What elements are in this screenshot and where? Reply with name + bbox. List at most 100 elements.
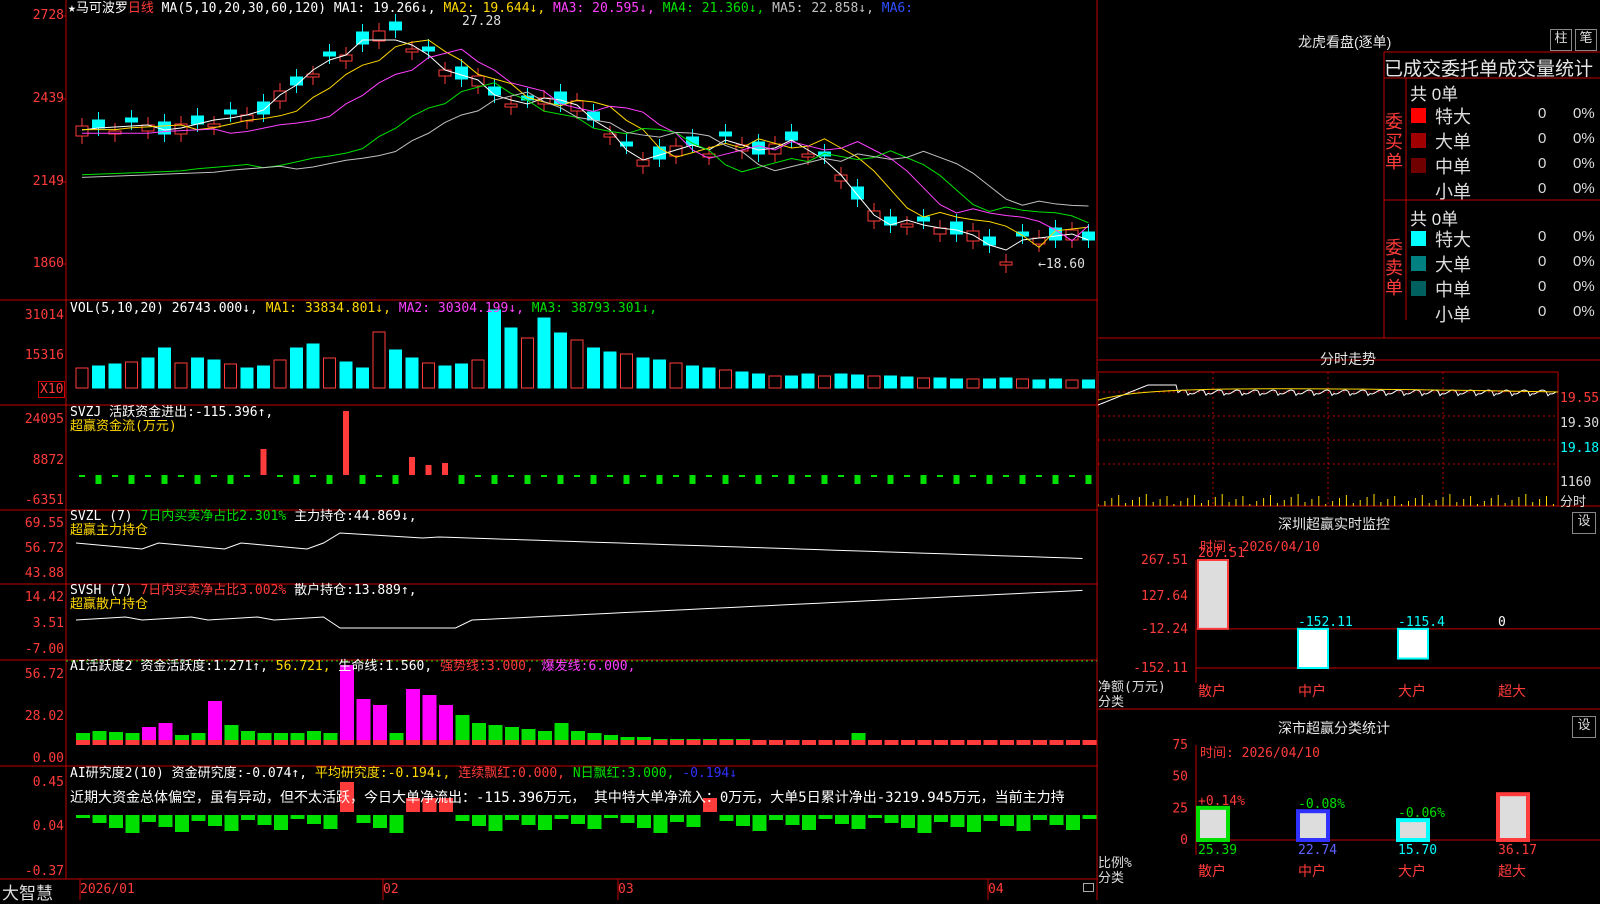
volume-bar <box>917 377 930 389</box>
volume-bar <box>785 375 798 389</box>
order-size-label: 大单 <box>1435 255 1471 275</box>
research-bar <box>290 815 305 819</box>
activity-base <box>356 740 371 745</box>
activity-bar <box>373 705 387 745</box>
candle-body <box>323 51 336 57</box>
activity-base <box>587 740 602 745</box>
svsh-text2: 散户持仓: <box>294 583 354 598</box>
fund-flow-bar <box>1085 475 1092 484</box>
svzj-axis-2: -6351 <box>24 493 64 508</box>
volume-bar <box>834 373 848 389</box>
svzl-label: SVZL (7) <box>70 509 133 524</box>
bar-mode-button[interactable]: 柱 <box>1550 29 1572 51</box>
svzl-axis-2: 43.88 <box>24 566 64 581</box>
stock-name[interactable]: ★马可波罗 <box>68 1 128 16</box>
research-text1: 资金研究度: <box>171 766 245 781</box>
activity-base <box>109 740 123 745</box>
research-bar <box>472 815 486 826</box>
volume-bar <box>587 347 600 389</box>
volume-bar <box>966 378 980 389</box>
volume-bar <box>983 378 996 389</box>
kline-axis-1: 2439 <box>32 91 64 106</box>
volume-bar <box>207 359 221 389</box>
fund-flow-bar <box>755 475 762 484</box>
intraday-axis-2: 19.18 <box>1560 441 1600 456</box>
volume-bar <box>900 376 914 389</box>
main-chart-area[interactable]: ★马可波罗日线 MA(5,10,20,30,60,120) MA1: 19.26… <box>0 0 1098 903</box>
date-label-0: 2026/01 <box>80 882 135 897</box>
activity-base <box>488 740 503 745</box>
research-bar <box>257 815 272 825</box>
activity-base <box>142 740 156 745</box>
fund-flow-bar <box>524 475 531 484</box>
high-price-label: 27.28 <box>462 14 502 29</box>
activity-base <box>125 740 140 745</box>
low-price-label: ←18.60 <box>1038 257 1085 272</box>
volume-bar <box>75 367 89 389</box>
svzj-subtitle: 超赢资金流(万元) <box>70 419 177 434</box>
fund-flow-bar <box>293 475 300 484</box>
activity-bar <box>208 701 222 745</box>
candle-body <box>422 46 435 52</box>
kline-axis-3: 1860 <box>32 256 64 271</box>
activity-base <box>538 740 552 745</box>
order-count: 0 <box>1538 130 1547 147</box>
ma-value-4: MA4: 21.360↓, <box>654 1 765 16</box>
fund-flow-bar <box>772 475 778 477</box>
date-label-3: 04 <box>988 882 1004 897</box>
monitor-category-label: 中户 <box>1298 683 1326 699</box>
activity-base <box>637 740 651 745</box>
activity-base <box>191 740 206 745</box>
candle-body <box>983 236 996 246</box>
activity-base <box>835 740 849 745</box>
research-value4: 3.000, <box>627 766 675 781</box>
research-bar <box>208 815 222 826</box>
candle-body <box>504 103 518 108</box>
fund-flow-bar <box>574 475 580 477</box>
fund-flow-bar <box>260 449 267 475</box>
activity-base <box>257 740 272 745</box>
activity-base <box>373 740 387 745</box>
dragon-subtitle: 已成交委托单成交量统计 <box>1384 59 1594 80</box>
fund-flow-bar <box>656 475 663 484</box>
research-bar <box>818 815 833 819</box>
candle-body <box>257 101 270 115</box>
svzj-header: SVZJ 活跃资金进出:-115.396↑, 超赢资金流(万元) <box>70 406 273 434</box>
candle-body <box>785 131 798 141</box>
volume-bar <box>752 373 765 389</box>
activity-base <box>769 740 783 745</box>
order-count: 0 <box>1538 303 1547 320</box>
research-bar <box>241 815 255 820</box>
activity-base <box>1000 740 1014 745</box>
order-color-swatch <box>1411 108 1426 123</box>
research-bar <box>389 815 404 833</box>
tick-mode-button[interactable]: 笔 <box>1575 29 1597 51</box>
volume-bar <box>191 357 204 389</box>
class-value-label: 22.74 <box>1298 843 1337 858</box>
candle-body <box>999 261 1013 266</box>
volume-bar <box>273 359 287 389</box>
monitor-bar-散户 <box>1197 559 1229 630</box>
volume-bar <box>504 327 518 389</box>
monitor-bar-中户 <box>1297 627 1329 669</box>
fund-flow-bar <box>442 463 448 475</box>
research-bar <box>950 815 965 827</box>
research-bar <box>488 815 503 831</box>
volume-bar <box>257 365 270 389</box>
order-color-swatch <box>1411 281 1426 296</box>
fund-flow-bar <box>1052 475 1059 484</box>
class-axis-label: 25 <box>1172 801 1188 816</box>
activity-base <box>92 740 107 745</box>
svzl-subtitle: 超赢主力持仓 <box>70 523 149 538</box>
lock-icon[interactable] <box>1083 883 1094 892</box>
volume-bar <box>405 357 419 389</box>
vol-ma-values: MA1: 33834.801↓, MA2: 30304.199↓, MA3: 3… <box>266 301 657 316</box>
volume-bar <box>1032 379 1046 389</box>
fund-flow-bar <box>673 475 679 477</box>
volume-bar <box>1016 378 1029 389</box>
class-axis-label: 75 <box>1172 738 1188 753</box>
period-label[interactable]: 日线 <box>128 1 154 16</box>
vol-unit-badge[interactable]: X10 <box>38 381 66 398</box>
volume-bar <box>290 347 303 389</box>
activity-base <box>604 740 618 745</box>
